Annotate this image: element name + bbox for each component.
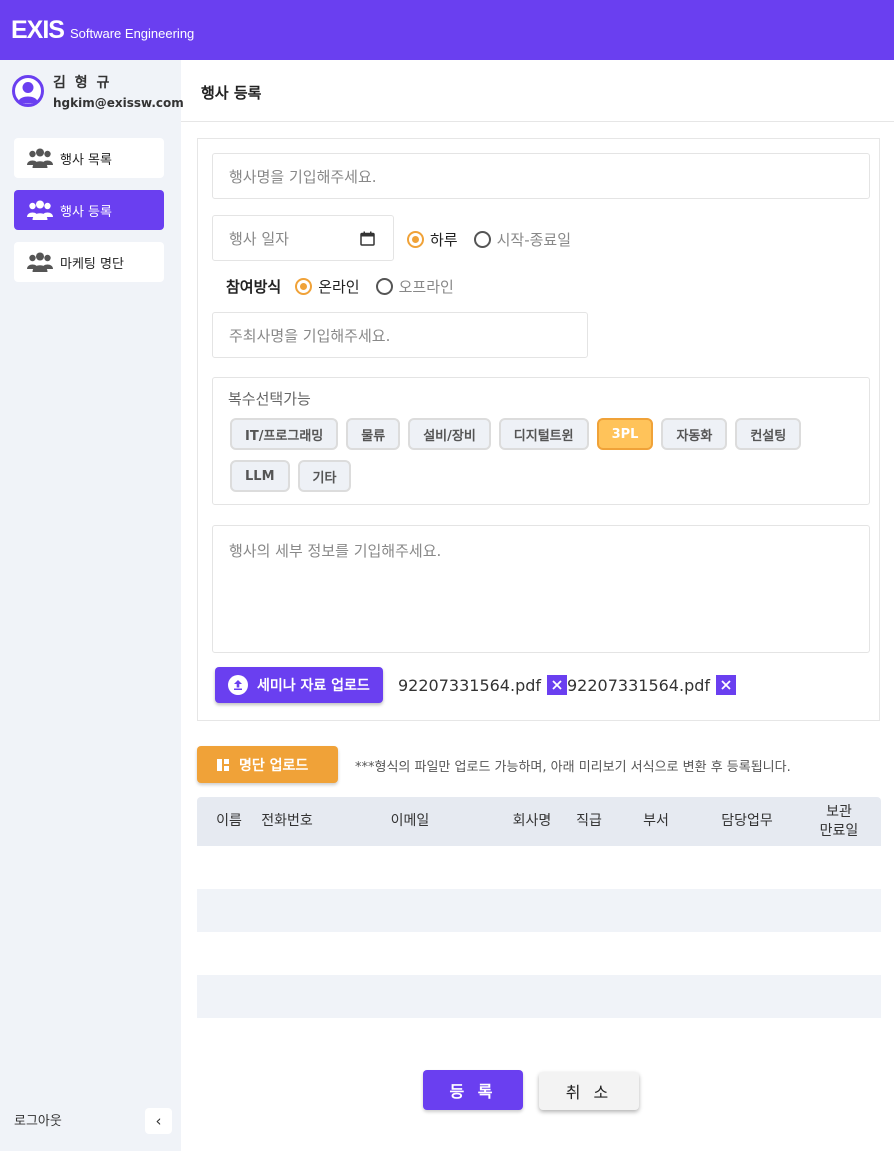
mode-online-radio[interactable]: 온라인 — [295, 276, 360, 297]
submit-button[interactable]: 등 록 — [423, 1070, 523, 1110]
users-icon — [27, 200, 53, 220]
preview-table: 이름 전화번호 이메일 회사명 직급 부서 담당업무 보관 만료일 — [197, 797, 881, 1018]
event-date-input[interactable]: 행사 일자 — [212, 215, 394, 261]
category-chip-digital-twin[interactable]: 디지털트윈 — [498, 418, 589, 450]
participation-mode-label: 참여방식 — [226, 278, 282, 296]
sidebar-item-label: 행사 목록 — [60, 152, 112, 168]
category-selector: 복수선택가능 IT/프로그래밍 물류 설비/장비 디지털트윈 3PL 자동화 컨… — [212, 377, 870, 505]
top-bar: EXIS Software Engineering — [0, 0, 894, 60]
column-header-expiry: 보관 만료일 — [819, 803, 859, 839]
table-row — [197, 846, 881, 889]
column-header-phone: 전화번호 — [261, 813, 313, 830]
category-chip-equipment[interactable]: 설비/장비 — [408, 418, 491, 450]
logout-link[interactable]: 로그아웃 — [14, 1110, 62, 1129]
date-type-radio-group: 하루 시작-종료일 — [407, 229, 587, 250]
category-chip-automation[interactable]: 자동화 — [661, 418, 728, 450]
radio-label: 하루 — [430, 231, 458, 249]
users-icon — [27, 252, 53, 272]
sidebar-item-marketing-list[interactable]: 마케팅 명단 — [14, 242, 164, 282]
close-icon — [552, 680, 562, 690]
upload-notice: ***형식의 파일만 업로드 가능하며, 아래 미리보기 서식으로 변환 후 등… — [355, 760, 791, 775]
sidebar-item-label: 행사 등록 — [60, 204, 112, 220]
list-upload-button[interactable]: 명단 업로드 — [197, 746, 338, 783]
logo[interactable]: EXIS Software Engineering — [11, 16, 194, 45]
sidebar-nav: 행사 목록 행사 등록 마케팅 명단 — [14, 138, 164, 294]
radio-dot — [473, 231, 491, 248]
seminar-upload-button[interactable]: 세미나 자료 업로드 — [215, 667, 383, 703]
column-header-name: 이름 — [216, 813, 242, 830]
category-chips: IT/프로그래밍 물류 설비/장비 디지털트윈 3PL 자동화 컨설팅 LLM … — [230, 418, 860, 502]
sidebar-collapse-button[interactable]: ‹ — [145, 1108, 172, 1134]
users-icon — [27, 148, 53, 168]
category-chip-etc[interactable]: 기타 — [297, 460, 352, 492]
radio-dot — [407, 231, 424, 248]
radio-dot — [295, 278, 313, 295]
participation-mode-row: 참여방식 온라인 오프라인 — [226, 276, 470, 297]
column-header-role: 담당업무 — [721, 813, 773, 830]
user-avatar-icon — [12, 75, 44, 107]
category-chip-logistics[interactable]: 물류 — [346, 418, 401, 450]
close-icon — [721, 680, 731, 690]
seminar-upload-label: 세미나 자료 업로드 — [257, 678, 370, 694]
list-upload-label: 명단 업로드 — [239, 757, 309, 774]
category-chip-llm[interactable]: LLM — [230, 460, 290, 492]
logo-text: Software Engineering — [69, 25, 195, 41]
column-header-email: 이메일 — [390, 813, 430, 830]
file-name: 92207331564.pdf — [398, 675, 542, 695]
event-detail-placeholder: 행사의 세부 정보를 기입해주세요. — [229, 542, 442, 560]
radio-label: 오프라인 — [398, 278, 454, 296]
table-row — [197, 975, 881, 1018]
table-row — [197, 932, 881, 975]
cancel-button[interactable]: 취 소 — [539, 1072, 639, 1110]
category-chip-consulting[interactable]: 컨설팅 — [735, 418, 802, 450]
category-chip-3pl[interactable]: 3PL — [596, 418, 654, 450]
radio-label: 온라인 — [318, 278, 360, 296]
remove-file-button[interactable] — [716, 675, 737, 695]
date-type-single-radio[interactable]: 하루 — [407, 229, 458, 250]
user-profile: 김 형 규 hgkim@exissw.com — [12, 72, 184, 110]
logo-mark: EXIS — [11, 15, 65, 44]
mode-offline-radio[interactable]: 오프라인 — [375, 276, 454, 297]
host-input[interactable]: 주최사명을 기입해주세요. — [212, 312, 588, 358]
event-detail-textarea[interactable]: 행사의 세부 정보를 기입해주세요. — [212, 525, 870, 653]
uploaded-file: 92207331564.pdf — [567, 675, 737, 695]
event-name-input[interactable]: 행사명을 기입해주세요. — [212, 153, 870, 199]
radio-label: 시작-종료일 — [496, 231, 572, 249]
event-date-placeholder: 행사 일자 — [229, 229, 289, 248]
page-title: 행사 등록 — [201, 84, 262, 102]
table-row — [197, 889, 881, 932]
chevron-left-icon: ‹ — [155, 1112, 162, 1130]
column-header-department: 부서 — [643, 813, 669, 830]
sidebar-item-event-list[interactable]: 행사 목록 — [14, 138, 164, 178]
date-type-range-radio[interactable]: 시작-종료일 — [473, 229, 572, 250]
category-title: 복수선택가능 — [228, 390, 311, 408]
column-header-company: 회사명 — [512, 813, 552, 830]
user-name: 김 형 규 — [53, 75, 112, 91]
table-header: 이름 전화번호 이메일 회사명 직급 부서 담당업무 보관 만료일 — [197, 797, 881, 846]
upload-icon — [228, 675, 248, 695]
grid-icon — [217, 758, 229, 771]
remove-file-button[interactable] — [547, 675, 568, 695]
category-chip-it[interactable]: IT/프로그래밍 — [230, 418, 339, 450]
sidebar-item-label: 마케팅 명단 — [60, 256, 124, 272]
sidebar-item-event-register[interactable]: 행사 등록 — [14, 190, 164, 230]
column-header-position: 직급 — [576, 813, 602, 830]
host-placeholder: 주최사명을 기입해주세요. — [229, 326, 391, 345]
event-form: 행사명을 기입해주세요. 행사 일자 하루 시작-종료일 참여방식 온라인 오프… — [197, 138, 880, 721]
event-name-placeholder: 행사명을 기입해주세요. — [229, 167, 377, 186]
user-email: hgkim@exissw.com — [53, 96, 184, 110]
sidebar: 김 형 규 hgkim@exissw.com 행사 목록 행사 등록 마케팅 명… — [0, 60, 184, 1151]
file-name: 92207331564.pdf — [567, 675, 711, 695]
radio-dot — [375, 278, 393, 295]
calendar-icon[interactable] — [360, 231, 375, 246]
uploaded-file: 92207331564.pdf — [398, 675, 568, 695]
page-header: 행사 등록 — [181, 60, 894, 122]
